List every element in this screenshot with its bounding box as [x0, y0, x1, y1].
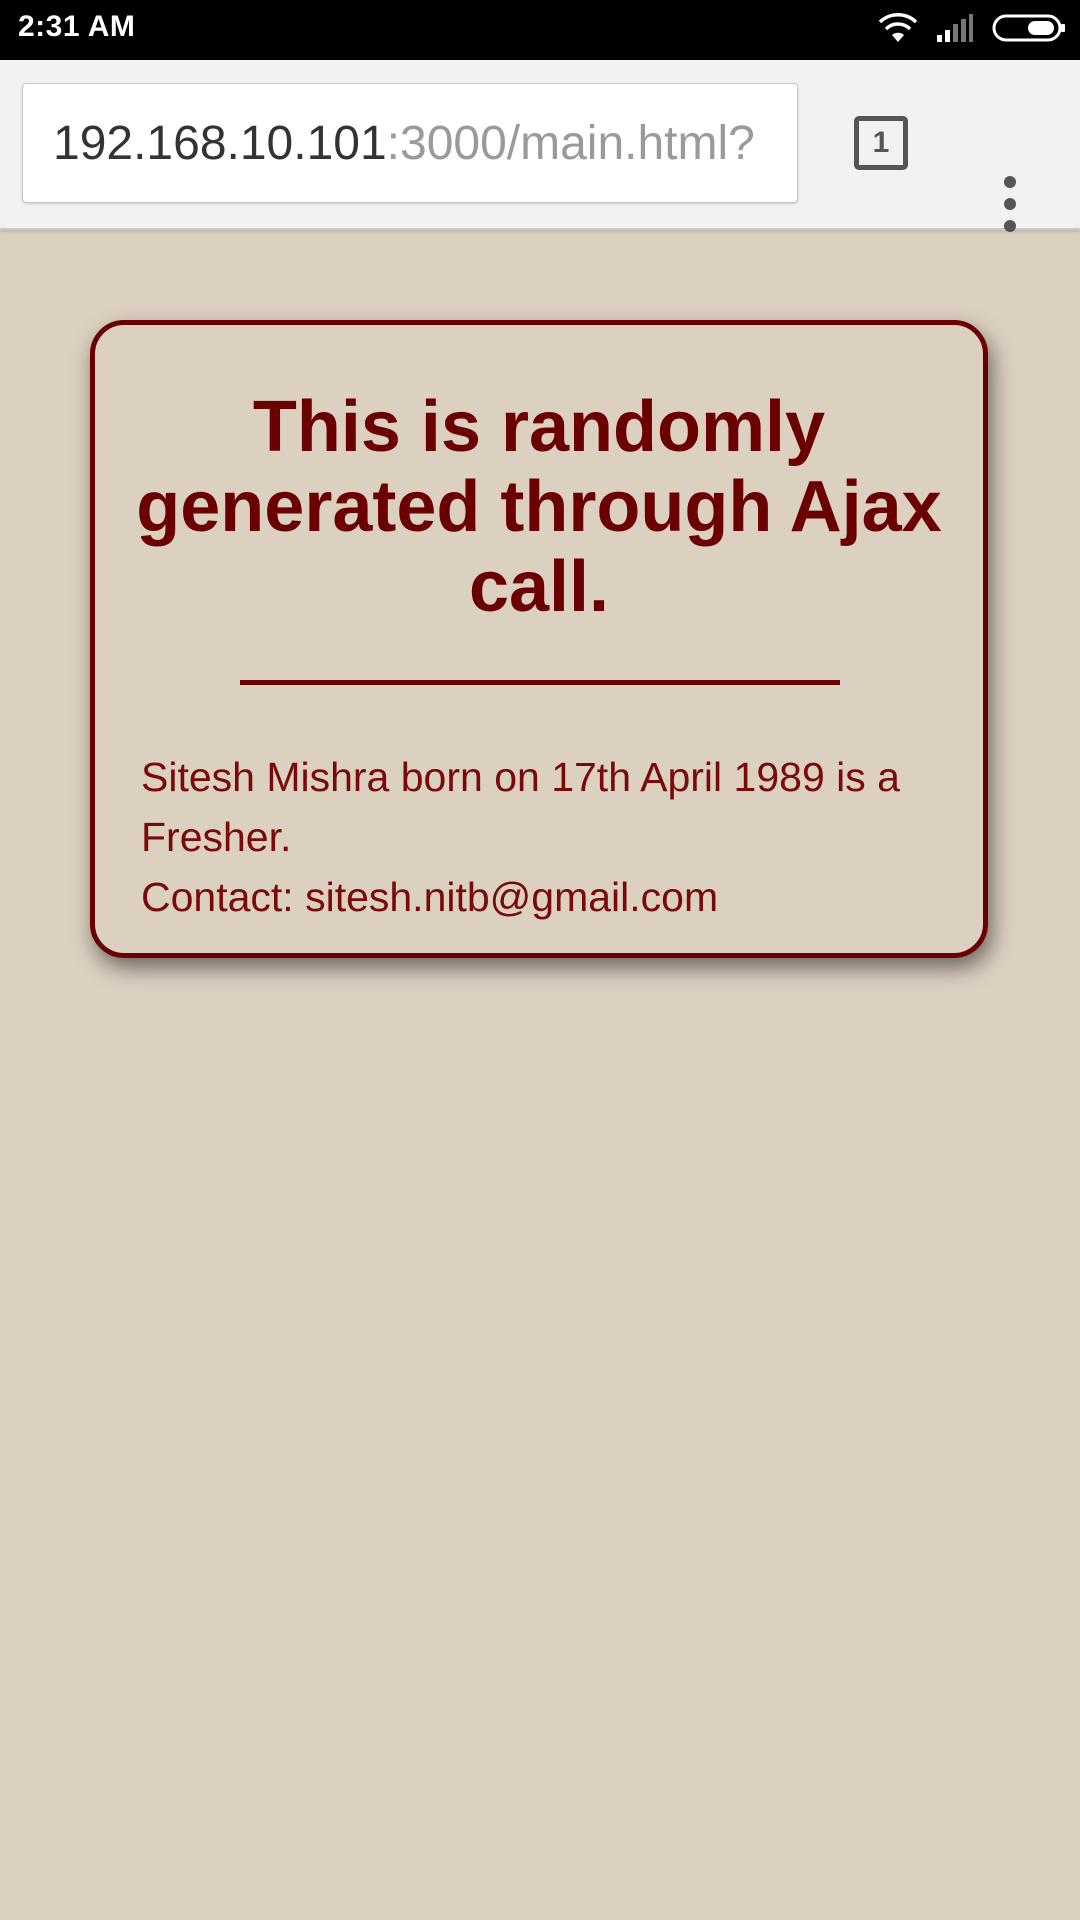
- cell-signal-icon: [936, 13, 974, 48]
- url-text: 192.168.10.101:3000/main.html?: [53, 118, 755, 170]
- battery-icon: [992, 13, 1066, 48]
- url-host: 192.168.10.101: [53, 117, 387, 170]
- browser-toolbar: 192.168.10.101:3000/main.html? 1: [0, 60, 1080, 232]
- info-card: This is randomly generated through Ajax …: [90, 320, 988, 958]
- card-description: Sitesh Mishra born on 17th April 1989 is…: [141, 754, 900, 860]
- card-divider: [240, 680, 840, 685]
- tab-switcher-button[interactable]: 1: [854, 116, 908, 170]
- status-time: 2:31 AM: [18, 10, 136, 43]
- status-icons: [878, 12, 1066, 48]
- card-title: This is randomly generated through Ajax …: [136, 387, 942, 627]
- card-body: Sitesh Mishra born on 17th April 1989 is…: [141, 747, 951, 927]
- status-bar: 2:31 AM: [0, 0, 1080, 60]
- address-bar[interactable]: 192.168.10.101:3000/main.html?: [22, 83, 798, 203]
- more-vert-icon[interactable]: [990, 172, 1030, 236]
- wifi-icon: [878, 12, 918, 49]
- tab-count: 1: [872, 126, 890, 159]
- card-contact: Contact: sitesh.nitb@gmail.com: [141, 874, 719, 920]
- url-path: :3000/main.html?: [386, 117, 755, 170]
